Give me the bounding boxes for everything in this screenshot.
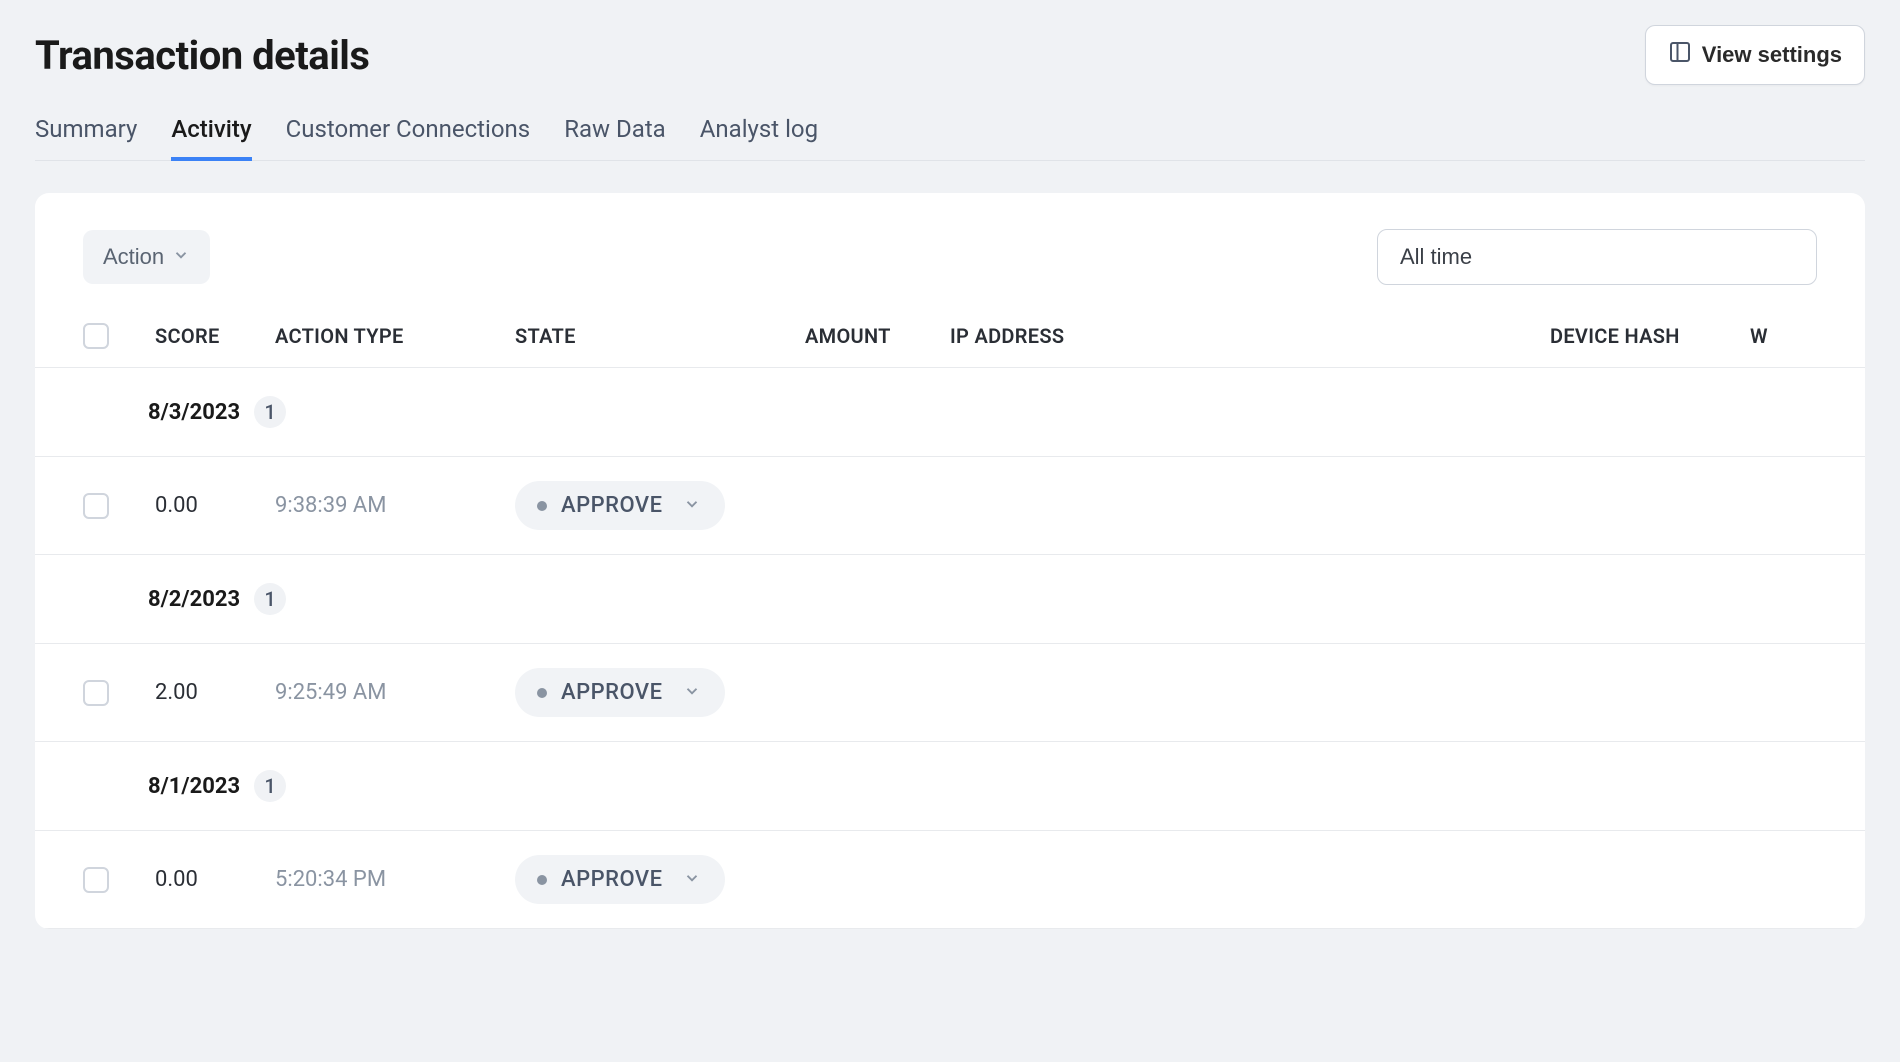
column-amount: AMOUNT <box>805 324 950 348</box>
column-action-type: ACTION TYPE <box>275 324 515 348</box>
column-device-hash: DEVICE HASH <box>1550 324 1750 348</box>
time-filter-dropdown[interactable]: All time <box>1377 229 1817 285</box>
table-row[interactable]: 0.00 5:20:34 PM APPROVE <box>35 831 1865 929</box>
state-dot-icon <box>537 875 547 885</box>
row-checkbox[interactable] <box>83 493 109 519</box>
view-settings-button[interactable]: View settings <box>1645 25 1865 85</box>
tabs: Summary Activity Customer Connections Ra… <box>35 115 1865 161</box>
row-time: 9:25:49 AM <box>275 680 515 705</box>
table-row[interactable]: 2.00 9:25:49 AM APPROVE <box>35 644 1865 742</box>
state-label: APPROVE <box>561 867 663 892</box>
tab-customer-connections[interactable]: Customer Connections <box>286 115 531 161</box>
column-score: SCORE <box>155 324 275 348</box>
date-count-badge: 1 <box>254 770 286 802</box>
date-label: 8/3/2023 <box>148 400 240 425</box>
select-all-checkbox[interactable] <box>83 323 109 349</box>
state-dot-icon <box>537 688 547 698</box>
page-title: Transaction details <box>35 32 369 79</box>
row-time: 9:38:39 AM <box>275 493 515 518</box>
column-state: STATE <box>515 324 805 348</box>
state-label: APPROVE <box>561 493 663 518</box>
chevron-down-icon <box>172 244 190 270</box>
row-score: 0.00 <box>155 493 275 518</box>
table-row[interactable]: 0.00 9:38:39 AM APPROVE <box>35 457 1865 555</box>
date-group-header: 8/1/2023 1 <box>35 742 1865 831</box>
date-count-badge: 1 <box>254 396 286 428</box>
row-checkbox[interactable] <box>83 867 109 893</box>
column-ip-address: IP ADDRESS <box>950 324 1550 348</box>
state-dot-icon <box>537 501 547 511</box>
row-score: 2.00 <box>155 680 275 705</box>
date-label: 8/1/2023 <box>148 774 240 799</box>
tab-raw-data[interactable]: Raw Data <box>564 115 666 161</box>
row-checkbox[interactable] <box>83 680 109 706</box>
state-pill[interactable]: APPROVE <box>515 855 725 904</box>
tab-activity[interactable]: Activity <box>171 115 251 161</box>
activity-card: Action All time SCORE ACTION TYPE STATE … <box>35 193 1865 929</box>
layout-icon <box>1668 40 1692 70</box>
date-group-header: 8/2/2023 1 <box>35 555 1865 644</box>
chevron-down-icon <box>677 869 701 891</box>
state-label: APPROVE <box>561 680 663 705</box>
chevron-down-icon <box>677 682 701 704</box>
column-w: W <box>1750 324 1768 348</box>
view-settings-label: View settings <box>1702 42 1842 68</box>
action-dropdown[interactable]: Action <box>83 230 210 284</box>
tab-summary[interactable]: Summary <box>35 115 137 161</box>
state-pill[interactable]: APPROVE <box>515 481 725 530</box>
state-pill[interactable]: APPROVE <box>515 668 725 717</box>
tab-analyst-log[interactable]: Analyst log <box>700 115 818 161</box>
chevron-down-icon <box>677 495 701 517</box>
date-group-header: 8/3/2023 1 <box>35 368 1865 457</box>
action-dropdown-label: Action <box>103 244 164 270</box>
date-label: 8/2/2023 <box>148 587 240 612</box>
table-header: SCORE ACTION TYPE STATE AMOUNT IP ADDRES… <box>35 305 1865 368</box>
row-time: 5:20:34 PM <box>275 867 515 892</box>
row-score: 0.00 <box>155 867 275 892</box>
date-count-badge: 1 <box>254 583 286 615</box>
